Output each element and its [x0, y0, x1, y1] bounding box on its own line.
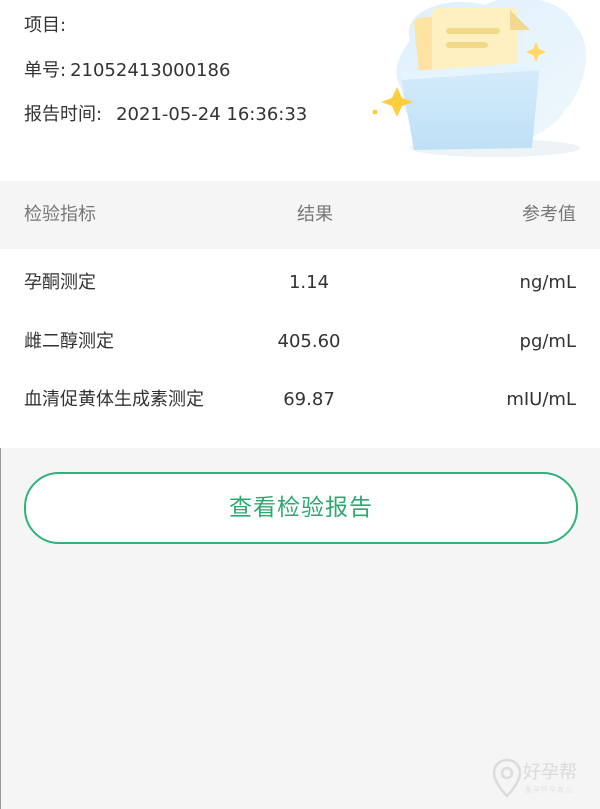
results-table-body: 孕酮测定 1.14 ng/mL 雌二醇测定 405.60 pg/mL 血清促黄体… [0, 249, 600, 448]
results-table-header: 检验指标 结果 参考值 [0, 181, 600, 249]
indicator-name: 雌二醇测定 [24, 331, 114, 352]
project-label: 项目: [24, 15, 67, 36]
result-value: 1.14 [288, 272, 330, 293]
project-line: 项目: [24, 13, 70, 39]
reference-unit: pg/mL [519, 331, 576, 352]
table-row: 孕酮测定 1.14 ng/mL [0, 254, 600, 312]
watermark-text: 好孕帮 [523, 762, 577, 783]
order-number-value: 21052413000186 [70, 60, 231, 81]
indicator-name: 血清促黄体生成素测定 [24, 389, 204, 410]
report-folder-illustration [372, 0, 586, 157]
location-pin-icon [492, 758, 522, 798]
header-reference: 参考值 [522, 204, 576, 225]
header-result: 结果 [297, 204, 333, 225]
table-row: 雌二醇测定 405.60 pg/mL [0, 313, 600, 371]
view-report-button[interactable]: 查看检验报告 [24, 472, 578, 544]
indicator-name: 孕酮测定 [24, 272, 96, 293]
watermark-subtext: 备孕怀孕育儿 [525, 786, 573, 794]
order-label: 单号: [24, 60, 67, 81]
report-time-label: 报告时间: [24, 104, 103, 125]
header-indicator: 检验指标 [24, 204, 96, 225]
app-watermark: 好孕帮 备孕怀孕育儿 [490, 754, 600, 804]
order-number-line: 单号: 21052413000186 [24, 58, 230, 84]
reference-unit: mIU/mL [506, 389, 576, 410]
report-info-card: 项目: 单号: 21052413000186 报告时间: 2021-05-24 16… [0, 0, 600, 181]
reference-unit: ng/mL [519, 272, 576, 293]
table-row: 血清促黄体生成素测定 69.87 mIU/mL [0, 371, 600, 429]
report-time-line: 报告时间: 2021-05-24 16:36:33 [24, 102, 307, 128]
result-value: 405.60 [277, 331, 341, 352]
report-time-value: 2021-05-24 16:36:33 [116, 104, 308, 125]
result-value: 69.87 [283, 389, 335, 410]
